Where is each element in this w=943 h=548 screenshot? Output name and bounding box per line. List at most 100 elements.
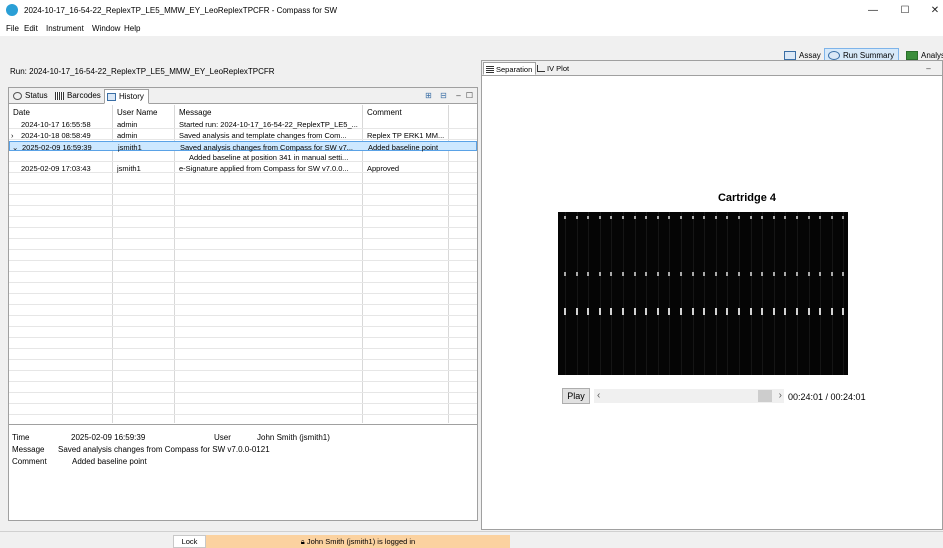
empty-row <box>9 350 477 360</box>
gel-band <box>772 216 775 219</box>
tab-separation[interactable]: Separation <box>483 62 537 75</box>
window-title: 2024-10-17_16-54-22_ReplexTP_LE5_MMW_EY_… <box>24 6 338 15</box>
table-row[interactable]: Added baseline at position 341 in manual… <box>9 152 477 162</box>
comment-label: Comment <box>12 457 47 466</box>
tab-status[interactable]: Status <box>11 89 52 103</box>
gel-band <box>575 308 578 315</box>
scroll-thumb[interactable] <box>758 390 772 402</box>
empty-row <box>9 218 477 228</box>
gel-band <box>587 216 590 219</box>
gel-band <box>680 216 682 219</box>
timeline-scrollbar[interactable]: ‹ › <box>594 389 784 403</box>
gel-band <box>564 216 566 219</box>
gel-band <box>668 272 671 276</box>
gel-band <box>610 272 613 276</box>
gel-band <box>703 216 706 219</box>
expand-all-icon[interactable]: ⊞ <box>424 91 433 100</box>
gel-band <box>575 216 578 219</box>
gel-band <box>680 272 682 276</box>
minimize-view-icon-right[interactable]: – <box>924 64 933 73</box>
header-user-name[interactable]: User Name <box>117 108 157 117</box>
cell-date: 2024-10-18 08:58:49 <box>21 131 91 140</box>
gel-band <box>842 216 845 219</box>
gel-lane <box>646 212 648 375</box>
gel-lane <box>576 212 578 375</box>
maximize-button[interactable]: ☐ <box>890 3 920 19</box>
gel-lane <box>611 212 613 375</box>
table-row[interactable]: 2025-02-09 17:03:43 jsmith1 e-Signature ap… <box>9 163 477 173</box>
gel-lane <box>727 212 729 375</box>
user-value: John Smith (jsmith1) <box>257 433 330 442</box>
row-expander-icon[interactable]: ⌄ <box>12 143 18 152</box>
left-tab-bar: Status Barcodes History ⊞ ⊟ – ☐ <box>9 88 477 104</box>
app-icon <box>6 4 18 16</box>
logged-in-text: John Smith (jsmith1) is logged in <box>306 537 416 546</box>
left-panel: Status Barcodes History ⊞ ⊟ – ☐ Date Use… <box>8 87 478 521</box>
menu-edit[interactable]: Edit <box>24 24 38 33</box>
cell-message: Added baseline at position 341 in manual… <box>189 153 349 162</box>
menu-window[interactable]: Window <box>92 24 120 33</box>
gel-lane <box>820 212 822 375</box>
gel-lane <box>669 212 671 375</box>
scroll-right-icon[interactable]: › <box>779 389 782 403</box>
empty-row <box>9 262 477 272</box>
gel-lane <box>623 212 624 375</box>
tab-barcodes-label: Barcodes <box>67 91 101 100</box>
menu-help[interactable]: Help <box>124 24 140 33</box>
empty-row <box>9 196 477 206</box>
gel-band <box>726 272 729 276</box>
gel-band <box>680 308 682 315</box>
gel-band <box>575 272 578 276</box>
empty-row <box>9 185 477 195</box>
menu-file[interactable]: File <box>6 24 19 33</box>
row-expander-icon[interactable]: › <box>11 131 14 140</box>
empty-row <box>9 240 477 250</box>
header-message[interactable]: Message <box>179 108 211 117</box>
lock-button[interactable]: Lock <box>173 535 206 548</box>
gel-band <box>703 272 706 276</box>
tab-iv-plot[interactable]: IV Plot <box>535 62 572 75</box>
cell-message: e-Signature applied from Compass for SW … <box>179 164 349 173</box>
table-row[interactable]: 2024-10-17 16:55:58 admin Started run: 202… <box>9 119 477 129</box>
collapse-all-icon[interactable]: ⊟ <box>439 91 448 100</box>
gel-band <box>842 308 845 315</box>
empty-row <box>9 284 477 294</box>
perspective-run-summary-label: Run Summary <box>843 51 895 60</box>
close-button[interactable]: ✕ <box>920 3 943 19</box>
tab-history[interactable]: History <box>104 89 149 104</box>
minimize-view-icon[interactable]: – <box>454 91 463 100</box>
maximize-view-icon[interactable]: ☐ <box>465 91 474 100</box>
empty-row <box>9 207 477 217</box>
comment-value: Added baseline point <box>72 457 147 466</box>
gel-lane <box>739 212 740 375</box>
gel-lane <box>762 212 764 375</box>
scroll-left-icon[interactable]: ‹ <box>597 389 600 403</box>
gel-band <box>726 308 729 315</box>
gel-band <box>564 272 566 276</box>
gel-band <box>807 216 810 219</box>
gel-band <box>772 272 775 276</box>
play-button[interactable]: Play <box>562 388 590 404</box>
tab-barcodes[interactable]: Barcodes <box>53 89 105 103</box>
empty-row <box>9 361 477 371</box>
gel-lane <box>797 212 798 375</box>
cell-comment: Added baseline point <box>368 143 439 152</box>
gel-band <box>784 308 787 315</box>
empty-row <box>9 317 477 327</box>
table-row[interactable]: ⌄ 2025-02-09 16:59:39 jsmith1 Saved analysi… <box>9 141 477 152</box>
table-row[interactable]: › 2024-10-18 08:58:49 admin Saved analysis … <box>9 130 477 140</box>
gel-band <box>645 216 648 219</box>
gel-band <box>749 272 752 276</box>
menu-instrument[interactable]: Instrument <box>46 24 84 33</box>
gel-lane <box>704 212 706 375</box>
header-comment[interactable]: Comment <box>367 108 402 117</box>
minimize-button[interactable]: — <box>858 3 888 19</box>
iv-plot-icon <box>537 65 545 72</box>
empty-row <box>9 306 477 316</box>
empty-row <box>9 416 477 423</box>
header-date[interactable]: Date <box>13 108 30 117</box>
history-icon <box>107 93 116 101</box>
cell-user: jsmith1 <box>117 164 141 173</box>
run-label: Run: 2024-10-17_16-54-22_ReplexTP_LE5_MM… <box>10 67 275 76</box>
gel-band <box>784 216 787 219</box>
